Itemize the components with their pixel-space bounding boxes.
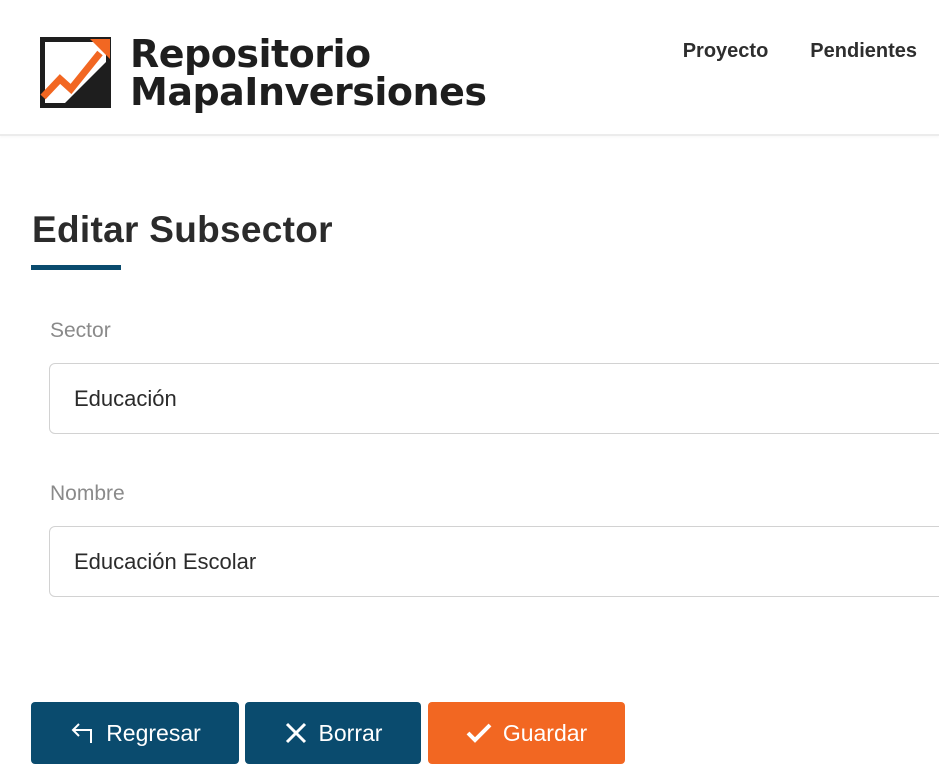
nav-item-proyecto[interactable]: Proyecto [683,40,769,63]
site-logo[interactable]: Repositorio MapaInversiones [40,32,487,114]
nav-item-pendientes[interactable]: Pendientes [810,40,917,63]
nombre-input[interactable] [49,526,939,597]
back-button[interactable]: Regresar [31,702,239,764]
title-underline [31,265,121,270]
check-icon [466,722,492,744]
delete-button-label: Borrar [318,719,383,746]
main-nav: Proyecto Pendientes [683,40,917,63]
sector-input[interactable] [49,363,939,434]
nombre-label: Nombre [50,482,125,505]
site-header: Repositorio MapaInversiones Proyecto Pen… [0,0,939,136]
save-button[interactable]: Guardar [428,702,625,764]
delete-button[interactable]: Borrar [245,702,421,764]
close-icon [284,721,308,745]
back-button-label: Regresar [106,719,201,746]
return-arrow-icon [69,721,95,745]
logo-line-1: Repositorio [130,32,371,76]
save-button-label: Guardar [502,719,588,746]
sector-label: Sector [50,319,111,342]
logo-line-2: MapaInversiones [130,70,487,114]
page-title: Editar Subsector [32,209,333,250]
logo-chart-icon [40,37,111,108]
logo-wordmark: Repositorio MapaInversiones [130,32,487,114]
